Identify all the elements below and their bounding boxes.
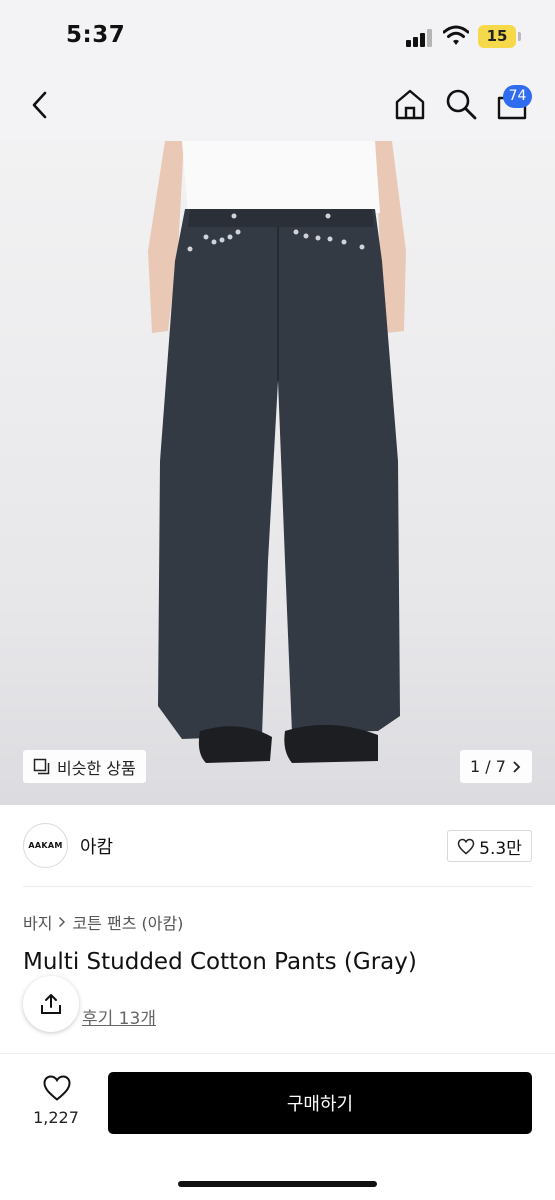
home-indicator <box>178 1181 377 1187</box>
breadcrumb-subcategory[interactable]: 코튼 팬츠 (아캄) <box>72 910 183 934</box>
wishlist-button[interactable]: 1,227 <box>23 1072 89 1134</box>
product-photo <box>148 141 406 763</box>
status-bar: 5:37 15 <box>0 0 555 70</box>
brand-name[interactable]: 아캄 <box>80 833 113 859</box>
image-counter-text: 1 / 7 <box>470 757 506 776</box>
home-icon[interactable] <box>393 87 427 121</box>
reviews-link[interactable]: 후기 13개 <box>82 1004 156 1029</box>
share-button[interactable] <box>23 976 79 1032</box>
wifi-icon <box>443 25 469 45</box>
cart-count-badge: 74 <box>503 85 532 108</box>
battery-cap <box>518 32 521 41</box>
product-image[interactable] <box>0 141 555 805</box>
section-divider <box>23 886 532 887</box>
battery-icon: 15 <box>478 25 516 48</box>
copy-icon <box>33 758 50 774</box>
search-icon[interactable] <box>444 87 478 121</box>
status-time: 5:37 <box>66 22 126 48</box>
share-icon <box>41 994 61 1014</box>
brand-like-button[interactable]: 5.3만 <box>447 830 532 862</box>
chevron-right-icon <box>59 917 66 927</box>
battery-level: 15 <box>486 27 508 45</box>
cellular-signal-icon <box>406 29 434 47</box>
heart-icon <box>43 1075 71 1101</box>
heart-icon <box>457 838 475 854</box>
breadcrumb: 바지 코튼 팬츠 (아캄) <box>23 910 183 934</box>
brand-logo[interactable]: AAKAM <box>23 823 68 868</box>
wishlist-count: 1,227 <box>33 1108 79 1127</box>
bottom-divider <box>0 1053 555 1054</box>
similar-products-button[interactable]: 비슷한 상품 <box>23 750 146 783</box>
breadcrumb-category[interactable]: 바지 <box>23 910 52 934</box>
back-icon[interactable] <box>26 88 56 122</box>
buy-button[interactable]: 구매하기 <box>108 1072 532 1134</box>
image-counter[interactable]: 1 / 7 <box>460 750 532 783</box>
similar-products-label: 비슷한 상품 <box>57 758 136 778</box>
chevron-right-icon <box>513 760 521 773</box>
brand-like-count: 5.3만 <box>479 838 522 859</box>
product-title: Multi Studded Cotton Pants (Gray) <box>23 949 417 975</box>
top-nav <box>0 70 555 141</box>
